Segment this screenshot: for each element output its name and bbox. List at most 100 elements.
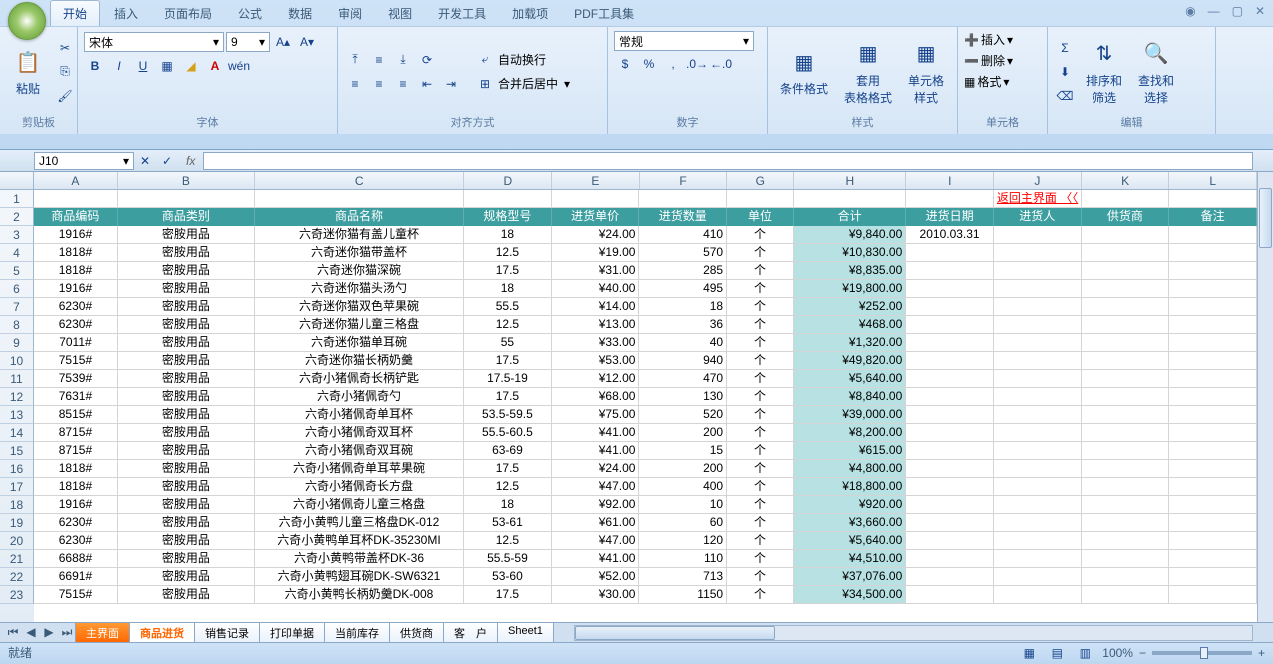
cell[interactable] <box>1082 406 1170 424</box>
cell[interactable] <box>994 298 1082 316</box>
cell[interactable]: 18 <box>464 226 552 244</box>
cell[interactable] <box>1082 424 1170 442</box>
select-all-corner[interactable] <box>0 172 34 190</box>
cell[interactable]: 商品编码 <box>34 208 118 226</box>
cell[interactable]: ¥75.00 <box>552 406 640 424</box>
indent-dec-button[interactable]: ⇤ <box>416 73 438 95</box>
cell[interactable] <box>1169 568 1257 586</box>
cell[interactable]: ¥39,000.00 <box>794 406 906 424</box>
cell[interactable]: 个 <box>727 478 794 496</box>
cell[interactable]: 130 <box>639 388 727 406</box>
cell[interactable]: 个 <box>727 424 794 442</box>
ribbon-tab-7[interactable]: 开发工具 <box>426 1 498 26</box>
number-format-select[interactable]: 常规▾ <box>614 31 754 51</box>
cell[interactable]: 285 <box>639 262 727 280</box>
cell[interactable] <box>1169 190 1257 208</box>
cell[interactable] <box>255 190 464 208</box>
cell[interactable]: ¥12.00 <box>552 370 640 388</box>
align-middle-button[interactable]: ≡ <box>368 49 390 71</box>
cell[interactable]: 密胺用品 <box>118 280 255 298</box>
cell[interactable] <box>906 298 994 316</box>
ribbon-tab-9[interactable]: PDF工具集 <box>562 1 646 26</box>
cell[interactable] <box>727 190 794 208</box>
col-header-F[interactable]: F <box>640 172 728 189</box>
cell[interactable]: 6688# <box>34 550 118 568</box>
cell[interactable] <box>1169 442 1257 460</box>
align-center-button[interactable]: ≡ <box>368 73 390 95</box>
cell[interactable]: 200 <box>639 460 727 478</box>
cell[interactable]: 六奇迷你猫儿童三格盘 <box>255 316 464 334</box>
ribbon-tab-6[interactable]: 视图 <box>376 1 424 26</box>
col-header-I[interactable]: I <box>906 172 994 189</box>
cell[interactable]: ¥8,200.00 <box>794 424 906 442</box>
cell[interactable]: 密胺用品 <box>118 226 255 244</box>
cell[interactable]: ¥68.00 <box>552 388 640 406</box>
cell[interactable]: 6230# <box>34 316 118 334</box>
percent-button[interactable]: % <box>638 53 660 75</box>
cell[interactable]: 六奇小黄鸭单耳杯DK-35230MI <box>255 532 464 550</box>
cell[interactable] <box>994 442 1082 460</box>
cell[interactable] <box>1082 460 1170 478</box>
cell[interactable] <box>1082 190 1170 208</box>
cell[interactable] <box>1169 262 1257 280</box>
cell[interactable]: 110 <box>639 550 727 568</box>
cell[interactable] <box>1082 388 1170 406</box>
return-link[interactable]: 返回主界面 〈〈 <box>994 190 1082 208</box>
cell[interactable] <box>906 478 994 496</box>
cell[interactable] <box>906 514 994 532</box>
font-color-button[interactable]: A <box>204 55 226 77</box>
office-button[interactable] <box>8 2 46 40</box>
cell[interactable]: ¥52.00 <box>552 568 640 586</box>
cell[interactable]: 1818# <box>34 460 118 478</box>
format-cells-button[interactable]: ▦格式▾ <box>964 73 1041 90</box>
cell[interactable] <box>1082 478 1170 496</box>
ribbon-tab-1[interactable]: 插入 <box>102 1 150 26</box>
cell[interactable]: ¥31.00 <box>552 262 640 280</box>
cell[interactable] <box>906 496 994 514</box>
cell[interactable] <box>906 568 994 586</box>
row-header-8[interactable]: 8 <box>0 316 34 334</box>
cell[interactable]: 63-69 <box>464 442 552 460</box>
cell[interactable]: ¥34,500.00 <box>794 586 906 604</box>
cell[interactable]: 密胺用品 <box>118 514 255 532</box>
cell[interactable]: 1818# <box>34 244 118 262</box>
conditional-format-button[interactable]: ▦条件格式 <box>774 42 834 101</box>
row-header-22[interactable]: 22 <box>0 568 34 586</box>
ribbon-tab-0[interactable]: 开始 <box>50 0 100 26</box>
cell[interactable]: 17.5 <box>464 586 552 604</box>
cell[interactable] <box>1169 298 1257 316</box>
cell[interactable]: 18 <box>464 280 552 298</box>
cell[interactable] <box>1169 532 1257 550</box>
cell[interactable] <box>994 316 1082 334</box>
cell[interactable]: 55.5-60.5 <box>464 424 552 442</box>
cell[interactable]: 1916# <box>34 226 118 244</box>
cell[interactable]: ¥8,840.00 <box>794 388 906 406</box>
cell[interactable]: 六奇小猪佩奇单耳苹果碗 <box>255 460 464 478</box>
cell[interactable]: 495 <box>639 280 727 298</box>
cell[interactable] <box>1082 568 1170 586</box>
sheet-tab-5[interactable]: 供货商 <box>389 622 444 644</box>
cell[interactable]: 个 <box>727 568 794 586</box>
cell-styles-button[interactable]: ▦单元格 样式 <box>902 34 950 110</box>
cell[interactable] <box>1082 442 1170 460</box>
cell[interactable]: ¥468.00 <box>794 316 906 334</box>
cell[interactable] <box>1169 586 1257 604</box>
cell[interactable]: 密胺用品 <box>118 262 255 280</box>
cell[interactable]: ¥61.00 <box>552 514 640 532</box>
cell[interactable]: 15 <box>639 442 727 460</box>
cell[interactable]: ¥41.00 <box>552 442 640 460</box>
ribbon-tab-5[interactable]: 审阅 <box>326 1 374 26</box>
cell[interactable]: 53.5-59.5 <box>464 406 552 424</box>
close-icon[interactable]: ✕ <box>1255 4 1265 18</box>
cell[interactable] <box>994 550 1082 568</box>
cell[interactable]: 六奇迷你猫深碗 <box>255 262 464 280</box>
col-header-C[interactable]: C <box>255 172 465 189</box>
cell[interactable] <box>1082 514 1170 532</box>
cell[interactable] <box>994 424 1082 442</box>
cell[interactable]: 个 <box>727 388 794 406</box>
view-normal-button[interactable]: ▦ <box>1018 642 1040 664</box>
cell[interactable] <box>906 352 994 370</box>
horizontal-scrollbar[interactable] <box>574 625 1253 641</box>
cell[interactable]: 密胺用品 <box>118 478 255 496</box>
cell[interactable] <box>1169 424 1257 442</box>
